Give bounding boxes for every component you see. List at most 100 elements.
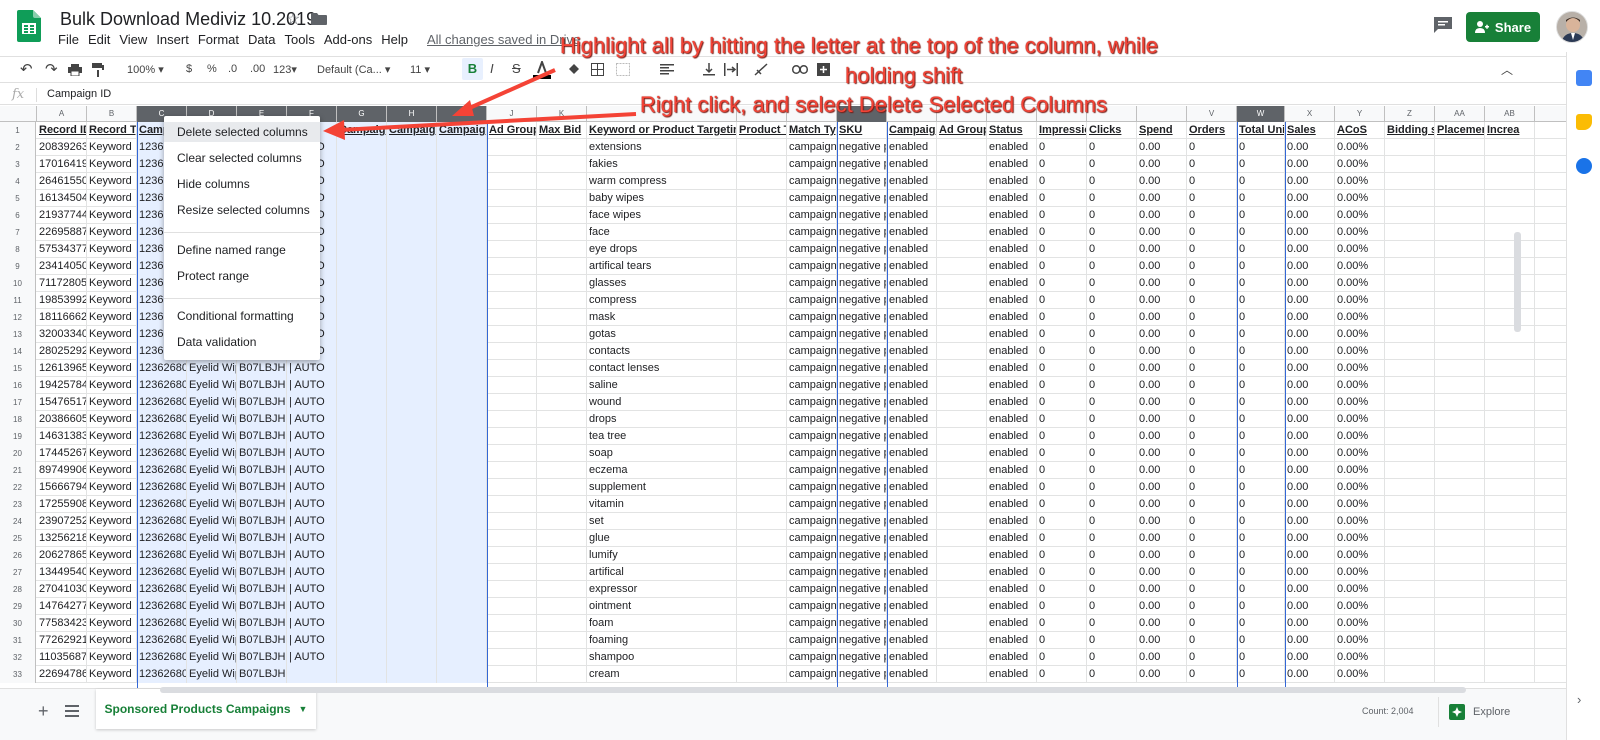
cell[interactable] [1435, 428, 1485, 445]
cell[interactable] [487, 241, 537, 258]
cell[interactable]: 0.00% [1335, 547, 1385, 564]
cell[interactable]: 20386605 [37, 411, 87, 428]
column-header[interactable]: Z [1385, 106, 1435, 122]
cell[interactable] [537, 394, 587, 411]
cell[interactable]: Keyword [87, 496, 137, 513]
cell[interactable]: negative p [837, 615, 887, 632]
cell[interactable] [487, 615, 537, 632]
cell[interactable] [287, 666, 337, 683]
cell[interactable]: 0.00% [1335, 496, 1385, 513]
borders-icon[interactable] [591, 63, 604, 76]
cell[interactable]: 0 [1237, 207, 1285, 224]
cell[interactable] [387, 377, 437, 394]
cell[interactable]: Keyword [87, 598, 137, 615]
cell[interactable]: enabled [887, 343, 937, 360]
cell[interactable]: cream [587, 666, 737, 683]
cell[interactable]: campaign [787, 190, 837, 207]
folder-icon[interactable] [311, 13, 327, 25]
cell[interactable]: 0 [1037, 411, 1087, 428]
cell[interactable]: B07LBJHST7 [237, 615, 287, 632]
cell[interactable]: negative p [837, 496, 887, 513]
cell[interactable]: negative p [837, 632, 887, 649]
cell[interactable]: eye drops [587, 241, 737, 258]
cell[interactable]: Keyword [87, 139, 137, 156]
cell[interactable]: 0 [1237, 615, 1285, 632]
cell[interactable]: negative p [837, 224, 887, 241]
cell[interactable] [537, 139, 587, 156]
cell[interactable]: 0 [1237, 496, 1285, 513]
insert-link-icon[interactable] [792, 65, 808, 74]
column-header[interactable]: B [87, 106, 137, 122]
cell[interactable]: enabled [887, 632, 937, 649]
cell[interactable]: 0.00% [1335, 394, 1385, 411]
cell[interactable]: negative p [837, 479, 887, 496]
cell[interactable]: expressor [587, 581, 737, 598]
cell[interactable]: 77583423 [37, 615, 87, 632]
cell[interactable]: 0 [1237, 632, 1285, 649]
cell[interactable]: 0 [1237, 360, 1285, 377]
cell[interactable]: 0 [1237, 241, 1285, 258]
cell[interactable]: Keyword [87, 513, 137, 530]
cell[interactable] [487, 530, 537, 547]
cell[interactable] [737, 479, 787, 496]
cell[interactable] [537, 479, 587, 496]
cell[interactable] [337, 649, 387, 666]
cell[interactable]: 0.00 [1285, 309, 1335, 326]
cell[interactable] [537, 309, 587, 326]
cell[interactable]: 0.00 [1137, 309, 1187, 326]
row-number[interactable]: 25 [0, 530, 36, 547]
cell[interactable]: 0.00 [1285, 275, 1335, 292]
cell[interactable]: 0 [1087, 496, 1137, 513]
cell[interactable]: enabled [887, 462, 937, 479]
cell[interactable]: enabled [987, 377, 1037, 394]
cell[interactable]: enabled [887, 326, 937, 343]
cell[interactable] [337, 530, 387, 547]
cell[interactable] [387, 326, 437, 343]
menu-format[interactable]: Format [198, 32, 239, 48]
menu-file[interactable]: File [58, 32, 79, 48]
cell[interactable] [1435, 598, 1485, 615]
cell[interactable] [337, 666, 387, 683]
cell[interactable]: 0 [1087, 360, 1137, 377]
cell[interactable]: 0 [1237, 564, 1285, 581]
row-number[interactable]: 2 [0, 139, 36, 156]
cell[interactable] [387, 445, 437, 462]
cell[interactable]: | AUTO [287, 598, 337, 615]
cell[interactable]: campaign [787, 547, 837, 564]
cell[interactable]: Eyelid Wipes [187, 377, 237, 394]
cell[interactable] [337, 445, 387, 462]
menu-view[interactable]: View [119, 32, 147, 48]
cell[interactable]: 89749906 [37, 462, 87, 479]
row-number[interactable]: 7 [0, 224, 36, 241]
font-size-select[interactable]: 11 ▾ [410, 63, 430, 76]
cell[interactable]: enabled [887, 224, 937, 241]
cell[interactable]: 0 [1037, 394, 1087, 411]
cell[interactable] [437, 377, 487, 394]
cell[interactable] [737, 632, 787, 649]
zoom-select[interactable]: 100% ▾ [127, 63, 164, 76]
cell[interactable] [937, 496, 987, 513]
cell[interactable]: Keyword [87, 173, 137, 190]
cell[interactable] [537, 292, 587, 309]
column-header[interactable] [987, 106, 1037, 122]
cell[interactable] [487, 513, 537, 530]
cell[interactable]: 0.00% [1335, 564, 1385, 581]
cell[interactable]: | AUTO [287, 547, 337, 564]
cell[interactable]: | AUTO [287, 564, 337, 581]
horizontal-scrollbar[interactable] [160, 687, 1466, 693]
cell[interactable]: Campaign [887, 122, 937, 139]
cell[interactable]: enabled [987, 496, 1037, 513]
cell[interactable]: 0.00% [1335, 530, 1385, 547]
cell[interactable]: 0 [1037, 360, 1087, 377]
cell[interactable]: 0.00 [1285, 428, 1335, 445]
cell[interactable] [1385, 190, 1435, 207]
cell[interactable] [537, 564, 587, 581]
cell[interactable]: 28025292 [37, 343, 87, 360]
cell[interactable]: 0 [1087, 241, 1137, 258]
cell[interactable] [937, 394, 987, 411]
cell[interactable]: 0.00% [1335, 598, 1385, 615]
row-number[interactable]: 23 [0, 496, 36, 513]
cell[interactable]: campaign [787, 445, 837, 462]
cell[interactable]: 0.00 [1137, 360, 1187, 377]
cell[interactable]: Keyword [87, 309, 137, 326]
